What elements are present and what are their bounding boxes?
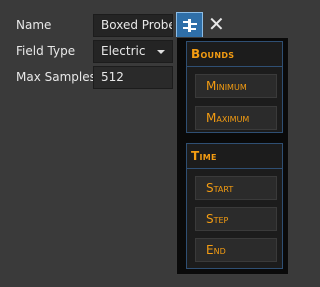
- time-section-title: Time: [191, 149, 217, 163]
- field-type-label: Field Type: [16, 44, 76, 58]
- menu-item-start[interactable]: Start: [195, 176, 277, 200]
- menu-item-minimum[interactable]: Minimum: [195, 74, 277, 98]
- max-samples-label: Max Samples: [16, 70, 96, 84]
- menu-item-maximum[interactable]: Maximum: [195, 106, 277, 130]
- field-type-select[interactable]: Electric: [93, 40, 173, 63]
- column-toggle-icon: [183, 19, 197, 32]
- bounds-section: Bounds Minimum Maximum: [186, 41, 283, 133]
- max-samples-input[interactable]: 512: [93, 66, 173, 89]
- name-input[interactable]: Boxed Probe: [93, 14, 173, 37]
- name-label: Name: [16, 18, 52, 32]
- menu-item-step[interactable]: Step: [195, 207, 277, 231]
- section-divider: [187, 66, 282, 67]
- section-divider: [187, 168, 282, 169]
- column-toggle-button[interactable]: [176, 12, 203, 39]
- bounds-section-title: Bounds: [191, 47, 235, 61]
- chevron-down-icon: [157, 50, 165, 54]
- time-section: Time Start Step End: [186, 143, 283, 269]
- column-dropdown-menu: Bounds Minimum Maximum Time Start Step E…: [176, 37, 289, 275]
- menu-item-end[interactable]: End: [195, 238, 277, 262]
- field-type-select-value: Electric: [101, 44, 146, 58]
- close-icon[interactable]: ✕: [208, 12, 226, 36]
